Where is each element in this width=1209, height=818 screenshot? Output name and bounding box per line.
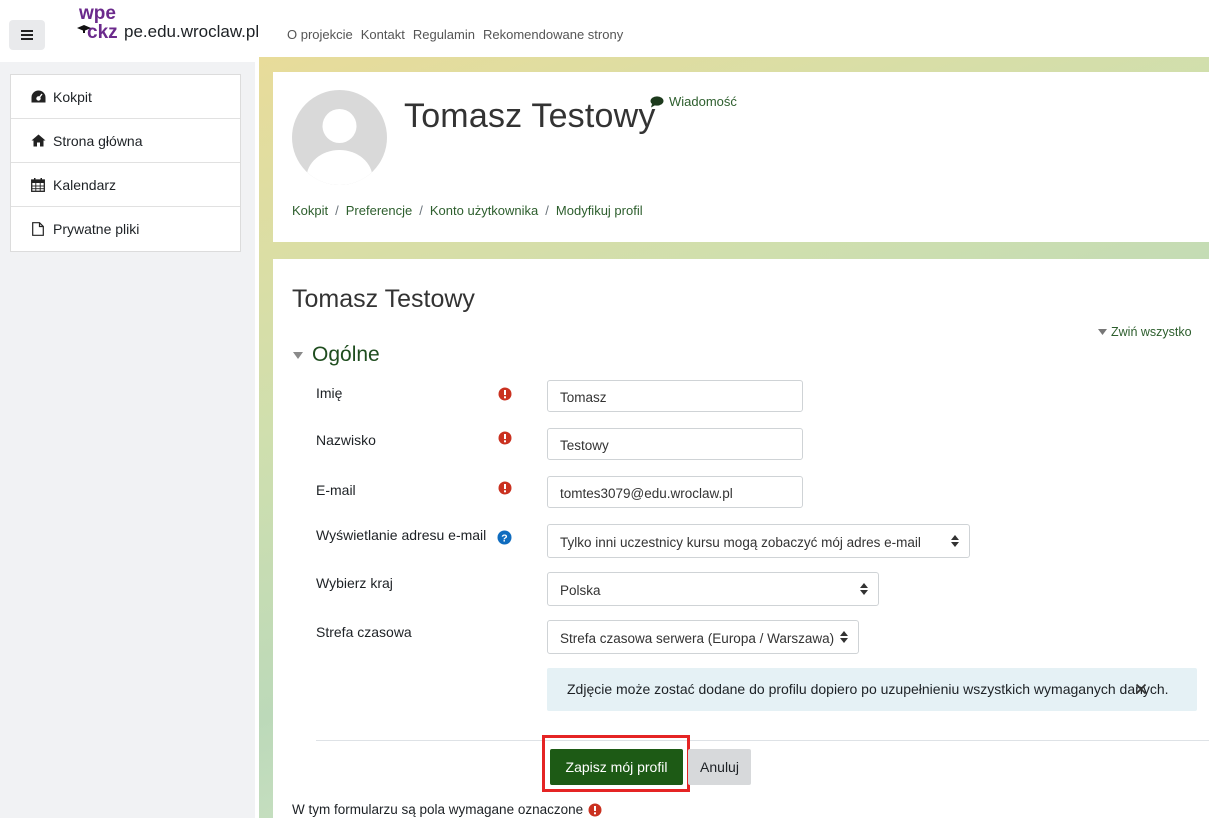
sidebar-item-calendar[interactable]: Kalendarz <box>11 163 240 207</box>
firstname-input[interactable]: Tomasz <box>547 380 803 412</box>
sidebar-item-label: Kokpit <box>53 88 92 105</box>
sidebar-item-label: Kalendarz <box>53 176 117 193</box>
sidebar-item-dashboard[interactable]: Kokpit <box>11 75 240 119</box>
sidebar-item-home[interactable]: Strona główna <box>11 119 240 163</box>
required-icon <box>498 387 512 401</box>
country-select[interactable]: Polska <box>547 572 879 606</box>
sidebar-item-label: Prywatne pliki <box>53 221 140 237</box>
nav-link-project[interactable]: O projekcie <box>287 27 353 42</box>
country-value: Polska <box>560 583 601 598</box>
breadcrumb-preferences[interactable]: Preferencje <box>346 203 412 218</box>
nav-link-rules[interactable]: Regulamin <box>413 27 475 42</box>
svg-text:ckz: ckz <box>87 22 118 43</box>
message-link-label: Wiadomość <box>669 94 737 109</box>
section-toggle-general[interactable]: Ogólne <box>293 343 380 367</box>
breadcrumb-dashboard[interactable]: Kokpit <box>292 203 328 218</box>
triangle-down-icon <box>293 351 303 359</box>
sidebar-item-private-files[interactable]: Prywatne pliki <box>11 207 240 251</box>
calendar-icon <box>30 177 46 192</box>
country-label: Wybierz kraj <box>316 575 393 591</box>
breadcrumb-separator: / <box>545 203 549 218</box>
help-icon[interactable]: ? <box>497 530 512 545</box>
menu-toggle-button[interactable] <box>9 20 45 50</box>
collapse-all-label: Zwiń wszystko <box>1111 325 1192 339</box>
user-full-name: Tomasz Testowy <box>404 97 656 135</box>
file-icon <box>30 222 46 236</box>
nav-link-recommended[interactable]: Rekomendowane strony <box>483 27 623 42</box>
photo-notice-text: Zdjęcie może zostać dodane do profilu do… <box>567 681 1169 697</box>
top-navbar: wpe ckz pe.edu.wroclaw.pl O projekcie Ko… <box>0 0 1209 62</box>
select-caret-icon <box>860 583 868 595</box>
breadcrumb-separator: / <box>419 203 423 218</box>
timezone-label: Strefa czasowa <box>316 624 412 640</box>
collapse-all-link[interactable]: Zwiń wszystko <box>1098 325 1192 339</box>
timezone-select[interactable]: Strefa czasowa serwera (Europa / Warszaw… <box>547 620 859 654</box>
lastname-input[interactable]: Testowy <box>547 428 803 460</box>
breadcrumb: Kokpit / Preferencje / Konto użytkownika… <box>292 203 643 218</box>
photo-notice: Zdjęcie może zostać dodane do profilu do… <box>547 668 1197 711</box>
firstname-label: Imię <box>316 385 343 401</box>
form-divider <box>316 740 1209 741</box>
required-icon <box>498 431 512 445</box>
lastname-label: Nazwisko <box>316 432 376 448</box>
breadcrumb-account[interactable]: Konto użytkownika <box>430 203 538 218</box>
speech-bubble-icon <box>650 95 664 107</box>
email-label: E-mail <box>316 482 356 498</box>
select-caret-icon <box>951 535 959 547</box>
close-icon[interactable] <box>1135 683 1147 695</box>
triangle-down-icon <box>1098 329 1107 335</box>
section-title: Ogólne <box>312 343 380 366</box>
svg-text:?: ? <box>501 533 507 545</box>
svg-text:wpe: wpe <box>78 3 116 24</box>
breadcrumb-edit-profile[interactable]: Modyfikuj profil <box>556 203 643 218</box>
message-link[interactable]: Wiadomość <box>650 94 737 109</box>
required-icon <box>498 481 512 495</box>
email-input[interactable]: tomtes3079@edu.wroclaw.pl <box>547 476 803 508</box>
sidebar-item-label: Strona główna <box>53 132 143 149</box>
sidebar: Kokpit Strona główna Kalendarz Prywatne … <box>0 62 255 818</box>
breadcrumb-separator: / <box>335 203 339 218</box>
top-nav-links: O projekcie Kontakt Regulamin Rekomendow… <box>287 27 623 42</box>
required-fields-note-text: W tym formularzu są pola wymagane oznacz… <box>292 802 584 817</box>
email-display-select[interactable]: Tylko inni uczestnicy kursu mogą zobaczy… <box>547 524 970 558</box>
page-title: Tomasz Testowy <box>292 285 475 313</box>
site-name[interactable]: pe.edu.wroclaw.pl <box>124 22 259 42</box>
save-profile-button[interactable]: Zapisz mój profil <box>550 749 683 785</box>
dashboard-icon <box>30 90 46 104</box>
timezone-value: Strefa czasowa serwera (Europa / Warszaw… <box>560 631 835 646</box>
email-display-label: Wyświetlanie adresu e-mail <box>316 527 487 543</box>
cancel-button[interactable]: Anuluj <box>688 749 751 785</box>
email-display-value: Tylko inni uczestnicy kursu mogą zobaczy… <box>560 535 921 550</box>
nav-link-contact[interactable]: Kontakt <box>361 27 405 42</box>
avatar <box>292 90 387 185</box>
sidebar-nav: Kokpit Strona główna Kalendarz Prywatne … <box>10 74 241 252</box>
site-logo[interactable]: wpe ckz <box>76 2 122 44</box>
required-icon <box>588 803 602 816</box>
required-fields-note: W tym formularzu są pola wymagane oznacz… <box>292 802 602 817</box>
hamburger-icon <box>21 30 33 40</box>
home-icon <box>30 134 46 148</box>
select-caret-icon <box>840 631 848 643</box>
